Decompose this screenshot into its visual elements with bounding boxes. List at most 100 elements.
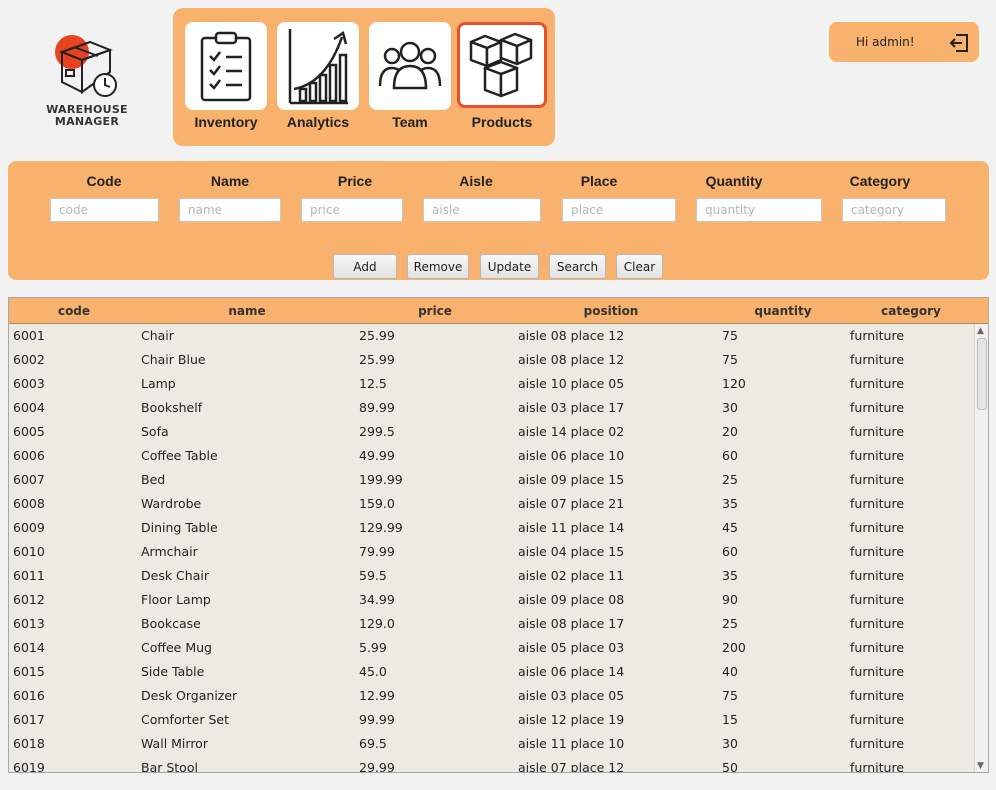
table-row[interactable]: 6015 Side Table 45.0 aisle 06 place 14 40 fur… bbox=[9, 660, 974, 684]
code-input[interactable] bbox=[50, 198, 159, 222]
cell-name: Bookcase bbox=[141, 616, 201, 631]
cell-position: aisle 06 place 10 bbox=[518, 448, 625, 463]
table-row[interactable]: 6008 Wardrobe 159.0 aisle 07 place 21 35 furn… bbox=[9, 492, 974, 516]
table-body: 6001 Chair 25.99 aisle 08 place 12 75 furnitu… bbox=[9, 324, 974, 772]
cell-quantity: 40 bbox=[722, 664, 738, 679]
table-row[interactable]: 6011 Desk Chair 59.5 aisle 02 place 11 35 fur… bbox=[9, 564, 974, 588]
remove-button[interactable]: Remove bbox=[407, 254, 469, 279]
cell-price: 129.0 bbox=[359, 616, 395, 631]
cell-position: aisle 08 place 12 bbox=[518, 352, 625, 367]
table-row[interactable]: 6018 Wall Mirror 69.5 aisle 11 place 10 30 fu… bbox=[9, 732, 974, 756]
table-row[interactable]: 6012 Floor Lamp 34.99 aisle 09 place 08 90 fu… bbox=[9, 588, 974, 612]
cell-name: Dining Table bbox=[141, 520, 218, 535]
clear-button[interactable]: Clear bbox=[616, 254, 663, 279]
cell-quantity: 30 bbox=[722, 400, 738, 415]
name-input[interactable] bbox=[179, 198, 281, 222]
nav-analytics-button[interactable] bbox=[277, 22, 359, 110]
cell-name: Bookshelf bbox=[141, 400, 203, 415]
cell-name: Side Table bbox=[141, 664, 205, 679]
cell-code: 6010 bbox=[13, 544, 45, 559]
cell-price: 89.99 bbox=[359, 400, 395, 415]
cell-name: Sofa bbox=[141, 424, 169, 439]
cell-category: furniture bbox=[850, 352, 905, 367]
table-row[interactable]: 6003 Lamp 12.5 aisle 10 place 05 120 furnitur… bbox=[9, 372, 974, 396]
cell-name: Desk Organizer bbox=[141, 688, 238, 703]
cell-position: aisle 05 place 03 bbox=[518, 640, 625, 655]
cell-position: aisle 03 place 17 bbox=[518, 400, 625, 415]
cell-quantity: 120 bbox=[722, 376, 746, 391]
cell-category: furniture bbox=[850, 544, 905, 559]
place-label: Place bbox=[580, 173, 618, 189]
product-form: Code Name Price Aisle Place Quantity Cat… bbox=[8, 161, 989, 280]
scroll-down-icon[interactable]: ▼ bbox=[977, 761, 984, 771]
category-input[interactable] bbox=[842, 198, 946, 222]
table-scrollbar[interactable]: ▲ ▼ bbox=[974, 324, 988, 772]
cell-position: aisle 06 place 14 bbox=[518, 664, 625, 679]
table-row[interactable]: 6004 Bookshelf 89.99 aisle 03 place 17 30 fur… bbox=[9, 396, 974, 420]
column-header-name[interactable]: name bbox=[207, 304, 287, 318]
cell-name: Lamp bbox=[141, 376, 176, 391]
scroll-thumb[interactable] bbox=[977, 338, 987, 410]
update-button[interactable]: Update bbox=[480, 254, 539, 279]
products-table: code name price position quantity catego… bbox=[8, 297, 989, 773]
table-row[interactable]: 6006 Coffee Table 49.99 aisle 06 place 10 60… bbox=[9, 444, 974, 468]
search-button[interactable]: Search bbox=[549, 254, 606, 279]
cell-position: aisle 08 place 17 bbox=[518, 616, 625, 631]
cell-quantity: 75 bbox=[722, 688, 738, 703]
place-input[interactable] bbox=[562, 198, 676, 222]
cell-category: furniture bbox=[850, 376, 905, 391]
nav-products-button[interactable] bbox=[457, 22, 547, 108]
cell-price: 25.99 bbox=[359, 328, 395, 343]
nav-inventory-button[interactable] bbox=[185, 22, 267, 110]
cell-quantity: 15 bbox=[722, 712, 738, 727]
cell-quantity: 60 bbox=[722, 448, 738, 463]
table-row[interactable]: 6007 Bed 199.99 aisle 09 place 15 25 furnitur… bbox=[9, 468, 974, 492]
column-header-position[interactable]: position bbox=[571, 304, 651, 318]
cell-name: Comforter Set bbox=[141, 712, 229, 727]
cell-category: furniture bbox=[850, 616, 905, 631]
aisle-input[interactable] bbox=[423, 198, 541, 222]
price-input[interactable] bbox=[301, 198, 403, 222]
add-button[interactable]: Add bbox=[333, 254, 397, 279]
column-header-price[interactable]: price bbox=[395, 304, 475, 318]
cell-quantity: 25 bbox=[722, 472, 738, 487]
table-row[interactable]: 6016 Desk Organizer 12.99 aisle 03 place 05… bbox=[9, 684, 974, 708]
cell-price: 45.0 bbox=[359, 664, 387, 679]
name-label: Name bbox=[210, 173, 250, 189]
table-row[interactable]: 6010 Armchair 79.99 aisle 04 place 15 60 furn… bbox=[9, 540, 974, 564]
table-row[interactable]: 6019 Bar Stool 29.99 aisle 07 place 12 50 fur… bbox=[9, 756, 974, 772]
column-header-quantity[interactable]: quantity bbox=[743, 304, 823, 318]
cell-name: Coffee Table bbox=[141, 448, 218, 463]
cell-name: Bed bbox=[141, 472, 166, 487]
table-row[interactable]: 6017 Comforter Set 99.99 aisle 12 place 19 1… bbox=[9, 708, 974, 732]
cell-category: furniture bbox=[850, 496, 905, 511]
nav-team-button[interactable] bbox=[369, 22, 451, 110]
table-row[interactable]: 6002 Chair Blue 25.99 aisle 08 place 12 75 fu… bbox=[9, 348, 974, 372]
team-people-icon bbox=[378, 41, 442, 90]
quantity-input[interactable] bbox=[696, 198, 822, 222]
cell-code: 6006 bbox=[13, 448, 45, 463]
cell-category: furniture bbox=[850, 472, 905, 487]
cell-code: 6017 bbox=[13, 712, 45, 727]
cell-category: furniture bbox=[850, 736, 905, 751]
scroll-up-icon[interactable]: ▲ bbox=[977, 326, 984, 336]
table-row[interactable]: 6013 Bookcase 129.0 aisle 08 place 17 25 furn… bbox=[9, 612, 974, 636]
cell-quantity: 30 bbox=[722, 736, 738, 751]
table-row[interactable]: 6009 Dining Table 129.99 aisle 11 place 14 4… bbox=[9, 516, 974, 540]
cell-name: Desk Chair bbox=[141, 568, 209, 583]
cell-quantity: 90 bbox=[722, 592, 738, 607]
logout-icon[interactable] bbox=[948, 32, 970, 54]
category-label: Category bbox=[849, 173, 911, 189]
cell-code: 6001 bbox=[13, 328, 45, 343]
table-row[interactable]: 6014 Coffee Mug 5.99 aisle 05 place 03 200 fu… bbox=[9, 636, 974, 660]
cell-category: furniture bbox=[850, 640, 905, 655]
cell-quantity: 75 bbox=[722, 352, 738, 367]
table-row[interactable]: 6001 Chair 25.99 aisle 08 place 12 75 furnitu… bbox=[9, 324, 974, 348]
table-row[interactable]: 6005 Sofa 299.5 aisle 14 place 02 20 furnitur… bbox=[9, 420, 974, 444]
column-header-code[interactable]: code bbox=[39, 304, 109, 318]
cell-code: 6002 bbox=[13, 352, 45, 367]
cell-price: 129.99 bbox=[359, 520, 403, 535]
cell-quantity: 35 bbox=[722, 496, 738, 511]
cell-position: aisle 12 place 19 bbox=[518, 712, 625, 727]
column-header-category[interactable]: category bbox=[871, 304, 951, 318]
